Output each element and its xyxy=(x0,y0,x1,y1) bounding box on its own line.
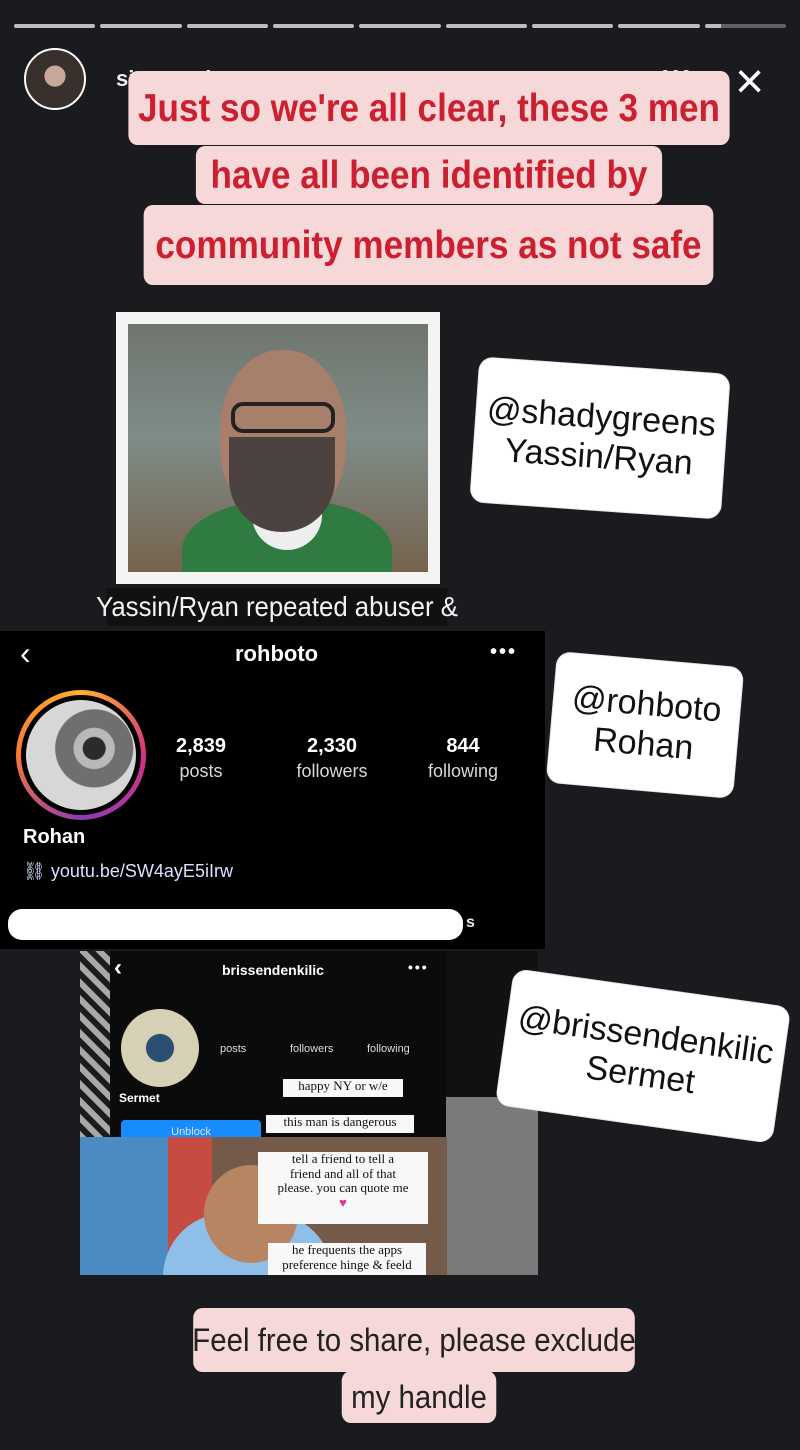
following-label: following xyxy=(427,761,499,781)
more-horizontal-icon[interactable]: ••• xyxy=(408,959,429,975)
headline-line-2: have all been identified by xyxy=(195,146,663,204)
profile-username: rohboto xyxy=(235,641,319,666)
sticker-shadygreens[interactable]: @shadygreens Yassin/Ryan xyxy=(470,357,730,519)
followers-value: 2,330 xyxy=(306,735,358,757)
followers-count[interactable]: 2,330 followers xyxy=(286,735,378,782)
redaction-scribble xyxy=(8,909,463,940)
note-line: tell a friend to tell a xyxy=(291,1151,395,1166)
posts-label: posts xyxy=(179,761,223,781)
note-line: friend and all of that xyxy=(289,1165,397,1181)
note-apps: he frequents the apps preference hinge &… xyxy=(268,1242,426,1275)
following-count[interactable]: 844 following xyxy=(419,735,507,782)
mini-profile-avatar[interactable] xyxy=(121,1009,199,1087)
sticker-rohboto[interactable]: @rohboto Rohan xyxy=(546,652,744,798)
progress-segment xyxy=(14,24,96,28)
close-icon[interactable]: × xyxy=(735,56,764,106)
mini-posts-label: posts xyxy=(220,1043,247,1055)
headline-line-1: Just so we're all clear, these 3 men xyxy=(128,71,730,145)
followers-label: followers xyxy=(296,761,368,781)
story-avatar[interactable] xyxy=(24,48,86,110)
redacted-tail: s xyxy=(466,914,475,931)
mini-username: brissendenkilic xyxy=(222,962,324,978)
footer-line-1: Feel free to share, please exclude xyxy=(192,1308,636,1372)
mini-following-label: following xyxy=(367,1043,410,1055)
profile-avatar[interactable] xyxy=(16,690,146,820)
progress-segment xyxy=(618,24,700,28)
heart-icon: ♥ xyxy=(339,1195,347,1211)
chevron-left-icon[interactable]: ‹ xyxy=(20,637,31,669)
mini-profile-name: Sermet xyxy=(119,1091,160,1105)
progress-segment xyxy=(445,24,527,28)
note-tell-a-friend: tell a friend to tell a friend and all o… xyxy=(258,1151,428,1224)
footer-line-2: my handle xyxy=(341,1371,497,1423)
sticker-brissendenkilic[interactable]: @brissendenkilic Sermet xyxy=(495,969,791,1143)
profile-link[interactable]: ⛓ youtu.be/SW4ayE5iIrw xyxy=(23,861,233,882)
note-line: preference hinge & feeld xyxy=(282,1256,412,1272)
posts-count[interactable]: 2,839 posts xyxy=(165,735,237,782)
following-value: 844 xyxy=(446,735,480,757)
chevron-left-icon[interactable]: ‹ xyxy=(114,954,122,982)
progress-segment xyxy=(186,24,268,28)
posts-value: 2,839 xyxy=(175,735,227,757)
more-horizontal-icon[interactable]: ••• xyxy=(490,641,517,664)
profile-screenshot-rohboto: ‹ rohboto ••• 2,839 posts 2,330 follower… xyxy=(0,631,545,949)
progress-segment xyxy=(100,24,182,28)
photo-caption: Yassin/Ryan repeated abuser & xyxy=(96,588,458,626)
mini-followers-label: followers xyxy=(290,1043,334,1055)
progress-segment xyxy=(359,24,441,28)
profile-name: Rohan xyxy=(23,826,86,848)
link-icon: ⛓ xyxy=(23,861,51,881)
story-progress-bar xyxy=(14,24,786,28)
person-photo-1 xyxy=(116,312,440,584)
profile-link-text: youtu.be/SW4ayE5iIrw xyxy=(50,861,233,881)
note-happy-new-year: happy NY or w/e xyxy=(283,1078,403,1097)
progress-segment xyxy=(272,24,355,28)
note-line: he frequents the apps xyxy=(291,1242,403,1257)
profile-screenshot-brissendenkilic: ‹ brissendenkilic ••• posts followers fo… xyxy=(80,951,538,1275)
mini-profile-header: ‹ brissendenkilic ••• xyxy=(80,951,538,986)
progress-segment-current xyxy=(704,24,786,28)
note-line: please. you can quote me xyxy=(277,1180,409,1196)
progress-segment xyxy=(531,24,614,28)
note-dangerous: this man is dangerous xyxy=(266,1114,414,1133)
headline-line-3: community members as not safe xyxy=(143,205,714,285)
